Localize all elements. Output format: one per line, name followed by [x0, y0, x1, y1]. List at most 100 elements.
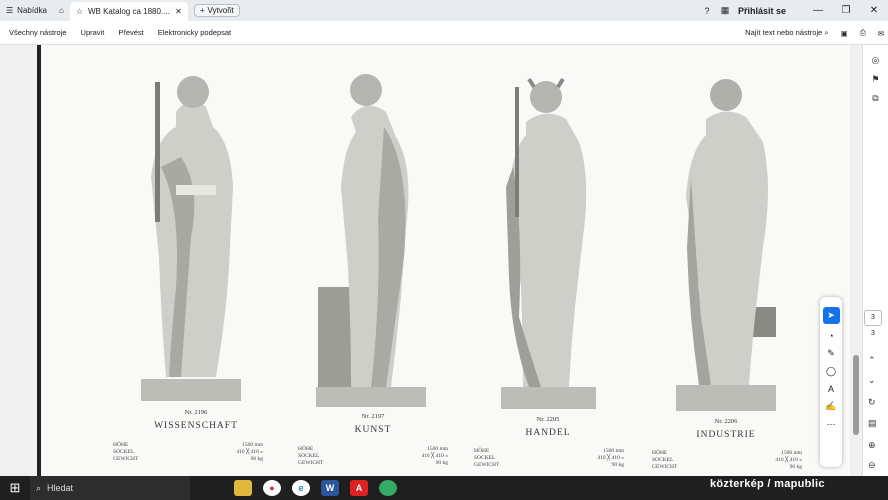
system-tray: ⌃ ▭ 🕪 12:38 14.08.2025 1 [804, 476, 884, 500]
zoom-out-icon[interactable]: ⊖ [868, 460, 876, 471]
page-number-input[interactable]: 3 [864, 310, 882, 326]
acrobat-icon[interactable]: A [350, 480, 368, 496]
save-icon[interactable]: ▣ [841, 29, 848, 38]
plus-icon: + [199, 6, 205, 15]
close-window-icon[interactable]: ✕ [860, 5, 888, 16]
toolbar-all-tools[interactable]: Všechny nástroje [9, 28, 67, 37]
spec-value: 90 kg [250, 456, 263, 462]
spec-value: 410 ╳ 410 » [421, 453, 448, 459]
menu-label: Nabídka [17, 6, 47, 15]
catalog-number: Nr. 2206 [714, 418, 738, 425]
toolbar-convert[interactable]: Převést [118, 28, 143, 37]
close-tab-icon[interactable]: ✕ [175, 7, 182, 16]
network-icon[interactable]: ▭ [816, 484, 823, 492]
volume-icon[interactable]: 🕪 [829, 484, 833, 492]
scrollbar-thumb[interactable] [853, 355, 859, 435]
home-button[interactable]: ⌂ [53, 0, 70, 21]
quick-tools-bar: ➤ ◔ ✎ ◯ A ✍ ⋯ [820, 297, 842, 467]
chrome-icon[interactable]: ● [263, 480, 281, 496]
toolbar-right: Najít text nebo nástroje ⌕ ▣ ⎙ ✉ [745, 21, 884, 45]
date: 14.08.2025 [839, 489, 875, 496]
find-text-button[interactable]: Najít text nebo nástroje ⌕ [745, 28, 828, 38]
catalog-number: Nr. 2197 [361, 413, 385, 420]
caption-3: Nr. 2205 HANDEL [468, 416, 628, 438]
vertical-scrollbar[interactable] [850, 45, 862, 476]
edge-icon[interactable]: e [292, 480, 310, 496]
spec-label: HÖHE [652, 450, 668, 456]
spec-label: GEWICHT [298, 460, 324, 466]
bookmark-icon[interactable]: ⚑ [871, 74, 879, 85]
toolbar-esign[interactable]: Elektronicky podepsat [158, 28, 231, 37]
toolbar-edit[interactable]: Upravit [81, 28, 105, 37]
clock[interactable]: 12:38 14.08.2025 [839, 479, 874, 497]
ai-assistant-icon[interactable]: ◎ [872, 55, 880, 66]
chevron-up-icon[interactable]: ⌃ [804, 484, 810, 492]
app-icon[interactable] [379, 480, 397, 496]
new-tab-button[interactable]: + Vytvořit [193, 4, 240, 17]
comment-icon[interactable]: ◔ [828, 331, 833, 341]
pen-icon[interactable]: ✎ [827, 348, 835, 359]
spec-label: GEWICHT [652, 464, 678, 470]
lasso-icon[interactable]: ◯ [826, 366, 836, 377]
minimize-icon[interactable]: — [804, 5, 832, 16]
spec-label: SOCKEL [652, 457, 674, 463]
spec-label: SOCKEL [474, 455, 496, 461]
tab-pdf[interactable]: ☆ WB Katalog ca 1880.... ✕ [69, 2, 188, 21]
taskbar-search[interactable]: ⌕ Hledat [30, 476, 190, 500]
signin-button[interactable]: Přihlásit se [738, 6, 786, 16]
spec-value: 1500 mm [242, 442, 263, 448]
more-tools-icon[interactable]: ⋯ [827, 419, 836, 430]
spec-value: 410 ╳ 410 » [236, 449, 263, 455]
text-box-icon[interactable]: A [828, 384, 834, 394]
statue-image-kunst [316, 74, 426, 407]
new-tab-label: Vytvořit [207, 6, 234, 15]
help-icon[interactable]: ? [698, 6, 716, 16]
windows-start-icon[interactable]: ⊞ [0, 480, 30, 496]
fill-sign-icon[interactable]: ✍ [825, 401, 836, 412]
select-cursor-icon[interactable]: ➤ [822, 307, 840, 324]
statue-title: INDUSTRIE [696, 430, 756, 440]
spec-value: 1500 mm [781, 450, 802, 456]
spec-label: SOCKEL [298, 453, 320, 459]
spec-label: GEWICHT [474, 462, 500, 468]
acrobat-toolbar: Všechny nástroje Upravit Převést Elektro… [0, 21, 888, 45]
statue-image-industrie [676, 79, 776, 411]
zoom-in-icon[interactable]: ⊕ [868, 440, 876, 451]
spec-label: HÖHE [474, 448, 490, 454]
find-label: Najít text nebo nástroje [745, 28, 823, 37]
statue-title: HANDEL [525, 428, 571, 438]
menu-button[interactable]: ☰ Nabídka [0, 0, 53, 21]
right-side-panel: ◎ ⚑ ⧉ [862, 45, 888, 476]
hamburger-icon: ☰ [6, 6, 14, 15]
catalog-number: Nr. 2196 [184, 409, 208, 416]
spec-label: GEWICHT [113, 456, 139, 462]
star-icon[interactable]: ☆ [76, 7, 83, 16]
rotate-icon[interactable]: ↻ [868, 397, 876, 408]
caption-2: Nr. 2197 KUNST [293, 413, 453, 435]
file-explorer-icon[interactable] [234, 480, 252, 496]
page-down-icon[interactable]: ⌄ [868, 375, 876, 386]
spec-block-1: HÖHE 1500 mm SOCKEL 410 ╳ 410 » GEWICHT 90 … [113, 442, 263, 463]
search-placeholder: Hledat [47, 483, 74, 493]
pages-icon[interactable]: ⧉ [872, 93, 878, 104]
apps-icon[interactable]: ▦ [716, 5, 734, 16]
document-icon[interactable]: ▤ [868, 418, 877, 429]
notification-count[interactable]: 1 [880, 485, 884, 492]
spec-value: 410 ╳ 410 » [775, 457, 802, 463]
pdf-page: Nr. 2196 WISSENSCHAFT Nr. 2197 KUNST Nr.… [37, 45, 850, 476]
page-up-icon[interactable]: ⌃ [868, 355, 876, 366]
caption-1: Nr. 2196 WISSENSCHAFT [116, 409, 276, 431]
spec-block-2: HÖHE 1500 mm SOCKEL 410 ╳ 410 » GEWICHT 90 … [298, 446, 448, 467]
restore-icon[interactable]: ❐ [832, 5, 860, 16]
spec-value: 90 kg [611, 462, 624, 468]
window-controls: ? ▦ Přihlásit se — ❐ ✕ [698, 0, 888, 21]
word-icon[interactable]: W [321, 480, 339, 496]
spec-value: 410 ╳ 410 » [597, 455, 624, 461]
mail-icon[interactable]: ✉ [878, 29, 884, 38]
document-viewer[interactable]: Nr. 2196 WISSENSCHAFT Nr. 2197 KUNST Nr.… [0, 45, 862, 476]
spec-value: 90 kg [435, 460, 448, 466]
statue-title: WISSENSCHAFT [154, 421, 238, 431]
caption-4: Nr. 2206 INDUSTRIE [646, 418, 806, 440]
print-icon[interactable]: ⎙ [860, 28, 866, 38]
spec-value: 1500 mm [427, 446, 448, 452]
